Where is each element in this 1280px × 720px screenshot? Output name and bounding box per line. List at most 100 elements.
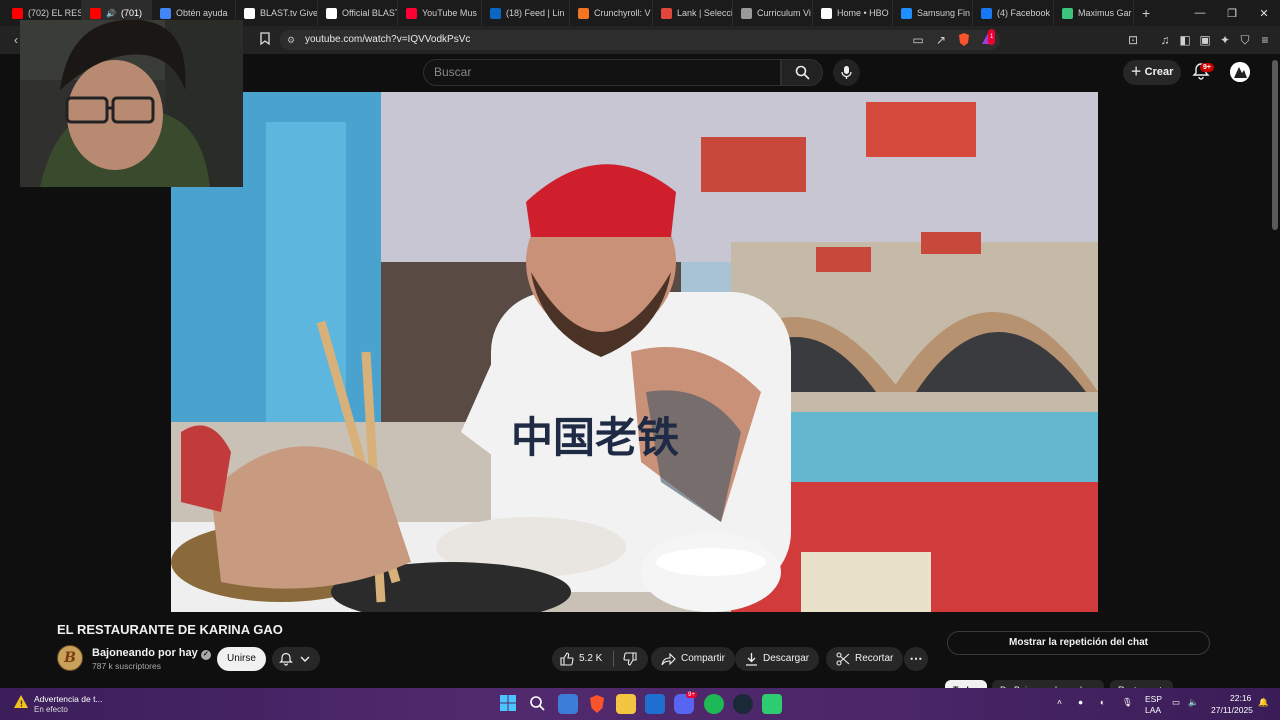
notification-badge: 9+ bbox=[1200, 63, 1214, 72]
account-avatar[interactable] bbox=[1230, 62, 1250, 82]
download-button[interactable]: Descargar bbox=[735, 647, 820, 671]
windows-taskbar bbox=[0, 688, 1280, 720]
subscription-notifications-button[interactable] bbox=[272, 647, 320, 671]
notification-center-icon[interactable]: 🔔 bbox=[1258, 697, 1269, 708]
browser-tab[interactable]: Official BLAST bbox=[318, 0, 398, 26]
bell-icon bbox=[279, 652, 293, 666]
plus-icon: ＋ bbox=[1130, 66, 1145, 78]
browser-tab[interactable]: YouTube Mus bbox=[398, 0, 482, 26]
linkedin-icon bbox=[490, 7, 501, 19]
blast-icon bbox=[326, 7, 337, 19]
search-icon bbox=[795, 65, 810, 80]
close-window-button[interactable]: ✕ bbox=[1248, 7, 1280, 20]
search-taskbar-icon[interactable] bbox=[528, 694, 548, 714]
video-player[interactable]: 中国老铁 bbox=[171, 92, 1098, 612]
channel-avatar[interactable]: B bbox=[57, 645, 83, 671]
weather-warning-icon[interactable]: ! bbox=[12, 693, 30, 711]
spotify-icon[interactable] bbox=[704, 694, 724, 714]
page-scrollbar[interactable] bbox=[1272, 60, 1278, 230]
tray-overflow-icon[interactable]: ˄ bbox=[1057, 697, 1062, 707]
like-button[interactable]: 5.2 K bbox=[560, 647, 602, 671]
app-icon[interactable] bbox=[762, 694, 782, 714]
browser-tab[interactable]: (18) Feed | Lin bbox=[482, 0, 570, 26]
brave-browser-icon[interactable] bbox=[587, 694, 607, 714]
create-label: Crear bbox=[1144, 66, 1174, 78]
browser-tab[interactable]: Curriculum Vi bbox=[733, 0, 813, 26]
tab-label: Official BLAST bbox=[342, 8, 398, 18]
tab-label: (701) bbox=[120, 8, 142, 18]
clock-time[interactable]: 22:16 bbox=[1230, 693, 1251, 703]
scissors-icon bbox=[836, 652, 850, 666]
lank-icon bbox=[661, 7, 672, 19]
browser-tab[interactable]: Crunchyroll: V bbox=[570, 0, 653, 26]
tray-mic-icon[interactable]: 🎙 bbox=[1122, 697, 1133, 708]
brave-shields-icon[interactable] bbox=[956, 32, 972, 48]
site-settings-icon[interactable]: ⚙ bbox=[287, 30, 295, 50]
minimize-button[interactable]: — bbox=[1184, 7, 1216, 19]
volume-icon[interactable]: 🔈 bbox=[1188, 697, 1199, 708]
create-button[interactable]: ＋ Crear bbox=[1123, 60, 1181, 85]
shirt-text: 中国老铁 bbox=[511, 413, 679, 462]
channel-name[interactable]: Bajoneando por hay ✓ bbox=[92, 647, 211, 660]
brave-rewards-icon[interactable]: 1 bbox=[980, 29, 996, 48]
show-chat-replay-button[interactable]: Mostrar la repetición del chat bbox=[947, 631, 1210, 655]
samsung-icon bbox=[901, 7, 912, 19]
webcam-overlay bbox=[20, 20, 243, 187]
hbo-icon bbox=[821, 7, 832, 19]
tab-label: Maximus Gar bbox=[1078, 8, 1132, 18]
share-button[interactable]: Compartir bbox=[651, 647, 735, 671]
leo-ai-icon[interactable]: ✦ bbox=[1217, 32, 1233, 48]
tab-label: BLAST.tv Give bbox=[260, 8, 318, 18]
sidebar-icon[interactable]: ◧ bbox=[1177, 32, 1193, 48]
youtube-icon bbox=[12, 7, 23, 19]
clip-button[interactable]: Recortar bbox=[826, 647, 904, 671]
browser-tab[interactable]: Lank | Selecci bbox=[653, 0, 733, 26]
network-icon[interactable]: ▭ bbox=[1172, 697, 1180, 708]
search-input[interactable]: Buscar bbox=[423, 59, 781, 86]
maximize-button[interactable]: ❐ bbox=[1216, 7, 1248, 20]
screenshot-icon[interactable]: ⊡ bbox=[1125, 32, 1141, 48]
tray-app-icon[interactable]: ● bbox=[1078, 697, 1083, 707]
steam-icon[interactable] bbox=[733, 694, 753, 714]
browser-tab[interactable]: Home • HBO bbox=[813, 0, 893, 26]
discord-badge: 9+ bbox=[686, 692, 697, 698]
new-tab-button[interactable]: + bbox=[1134, 0, 1158, 26]
search-button[interactable] bbox=[781, 59, 823, 86]
share-page-icon[interactable]: ↗ bbox=[933, 32, 949, 48]
tab-label: YouTube Mus bbox=[422, 8, 477, 18]
share-icon bbox=[661, 652, 676, 665]
webcam-feed bbox=[20, 20, 243, 187]
thumbs-down-icon[interactable] bbox=[623, 652, 637, 666]
download-label: Descargar bbox=[763, 653, 810, 664]
verified-icon: ✓ bbox=[200, 650, 211, 660]
youtube-music-icon bbox=[406, 7, 417, 19]
more-actions-button[interactable]: ⋯ bbox=[904, 647, 928, 671]
wallet-icon[interactable]: ▣ bbox=[1197, 32, 1213, 48]
browser-tab[interactable]: Maximus Gar bbox=[1054, 0, 1134, 26]
browser-tab[interactable]: (4) Facebook bbox=[973, 0, 1054, 26]
browser-tab[interactable]: BLAST.tv Give bbox=[236, 0, 318, 26]
store-icon[interactable] bbox=[558, 694, 578, 714]
weather-title[interactable]: Advertencia de t... bbox=[34, 694, 103, 704]
vpn-icon[interactable]: ⛉ bbox=[1237, 32, 1253, 48]
outlook-icon[interactable] bbox=[645, 694, 665, 714]
tab-label: Home • HBO bbox=[837, 8, 889, 18]
voice-search-button[interactable] bbox=[833, 59, 860, 86]
audio-playing-icon[interactable]: 🔊 bbox=[106, 9, 116, 18]
windows-start-icon[interactable] bbox=[499, 694, 519, 714]
address-bar[interactable]: ⚙ youtube.com/watch?v=IQVVodkPsVc bbox=[280, 30, 1000, 50]
browser-tab[interactable]: Samsung Fin bbox=[893, 0, 973, 26]
language-indicator[interactable]: ESP bbox=[1145, 694, 1162, 704]
cast-icon[interactable]: ▭ bbox=[910, 32, 926, 48]
like-count: 5.2 K bbox=[579, 653, 603, 664]
tab-label: Curriculum Vi bbox=[757, 8, 811, 18]
tray-vpn-icon[interactable]: ◐ bbox=[1100, 697, 1105, 707]
rewards-badge: 1 bbox=[988, 29, 996, 45]
file-explorer-icon[interactable] bbox=[616, 694, 636, 714]
svg-text:!: ! bbox=[20, 700, 24, 709]
bookmark-icon[interactable] bbox=[257, 32, 273, 48]
menu-icon[interactable]: ≡ bbox=[1257, 32, 1273, 48]
tab-label: Samsung Fin bbox=[917, 8, 971, 18]
media-icon[interactable]: ♫ bbox=[1157, 32, 1173, 48]
join-button[interactable]: Unirse bbox=[217, 647, 266, 671]
